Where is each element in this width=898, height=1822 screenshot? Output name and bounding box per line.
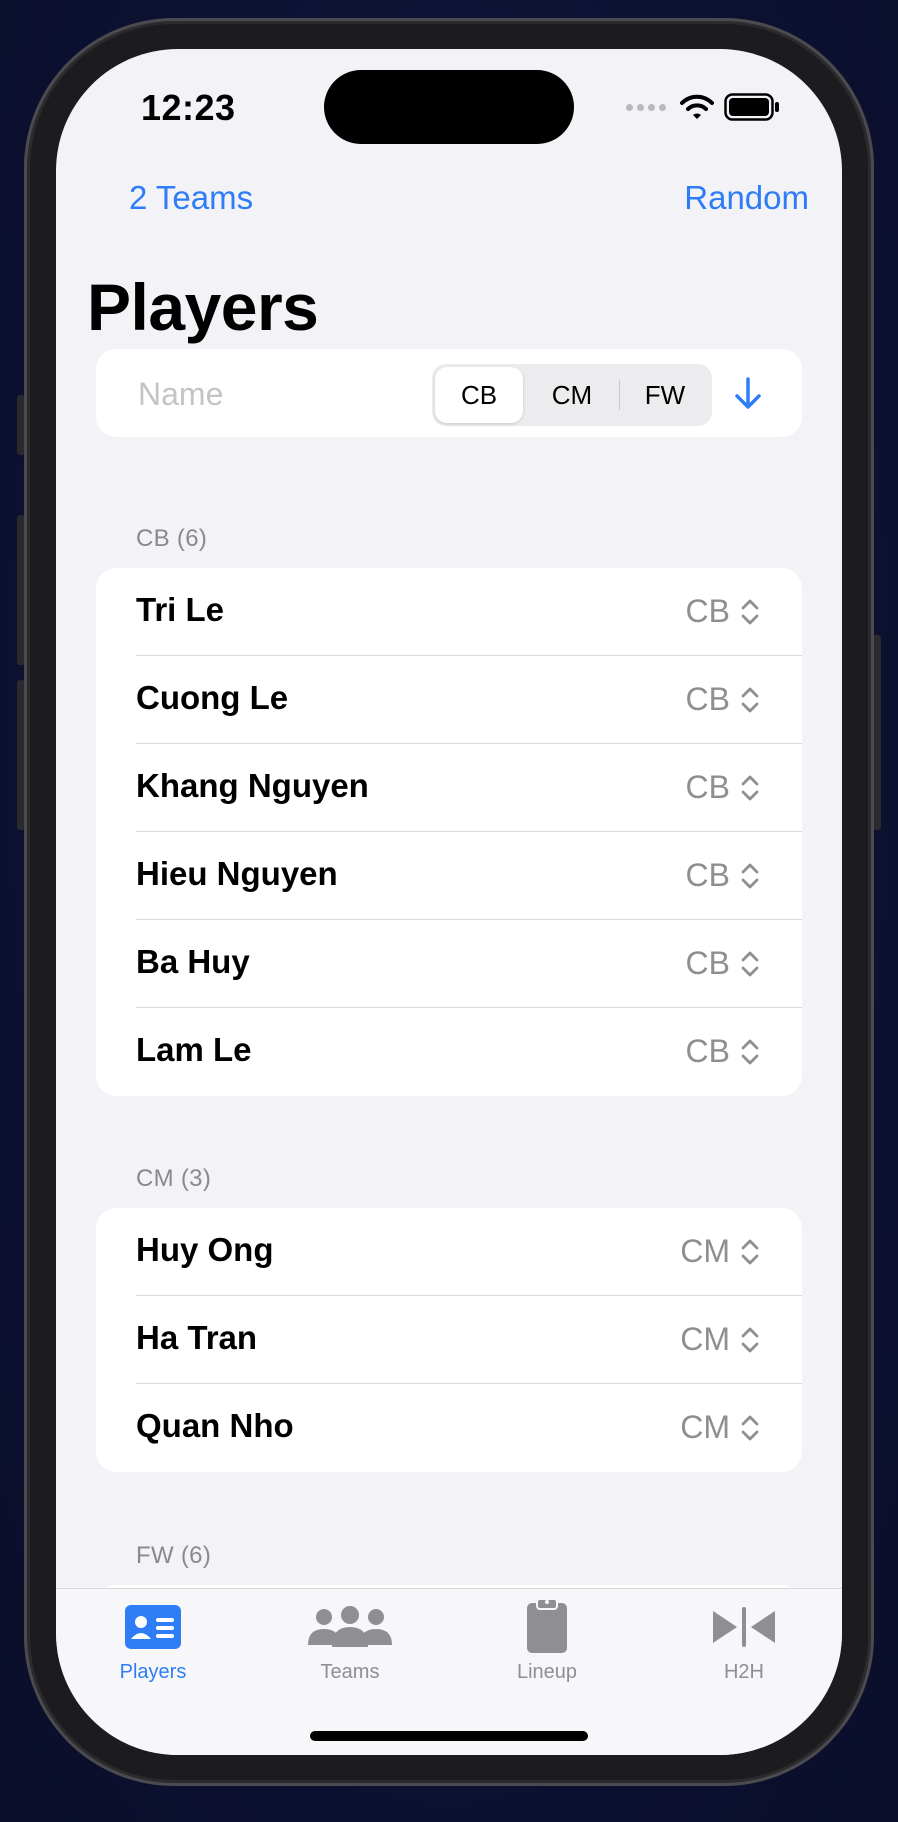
phone-frame: 12:23 2 Teams Random Players CB CM (24, 18, 874, 1786)
player-list-cb: Tri Le CB Cuong Le CB Khang Nguyen CB Hi… (96, 568, 802, 1096)
chevron-up-down-icon (741, 951, 759, 976)
chevron-up-down-icon (741, 599, 759, 624)
player-row[interactable]: Tri Le CB (96, 568, 802, 656)
wifi-icon (680, 94, 714, 119)
position-picker[interactable]: CB (686, 857, 760, 894)
cellular-signal-icon (626, 103, 666, 111)
position-picker[interactable]: CM (680, 1233, 760, 1270)
status-time: 12:23 (141, 87, 236, 128)
position-segmented-control: CB CM FW (432, 364, 712, 426)
chevron-up-down-icon (741, 863, 759, 888)
player-name: Ha Tran (136, 1319, 258, 1356)
segment-cb[interactable]: CB (435, 367, 523, 423)
player-row[interactable]: Cuong Le CB (96, 656, 802, 744)
power-button (873, 635, 881, 830)
position-picker[interactable]: CM (680, 1321, 760, 1358)
home-indicator[interactable] (310, 1731, 588, 1741)
section-header-fw: FW (6) (136, 1542, 212, 1569)
player-name: Ba Huy (136, 943, 250, 980)
player-name: Tri Le (136, 591, 225, 628)
position-picker[interactable]: CB (686, 681, 760, 718)
tab-bar: Players Teams Lineup H2H (56, 1588, 842, 1755)
dynamic-island (324, 70, 574, 144)
chevron-up-down-icon (741, 1039, 759, 1064)
player-name: Khang Nguyen (136, 767, 369, 804)
position-picker[interactable]: CM (680, 1409, 760, 1446)
segment-divider (619, 380, 620, 410)
chevron-up-down-icon (741, 687, 759, 712)
tab-label: Lineup (516, 1661, 578, 1683)
player-name: Cuong Le (136, 679, 289, 716)
status-icons (626, 93, 780, 121)
battery-icon (724, 93, 779, 121)
position-picker[interactable]: CB (686, 593, 760, 630)
player-name: Hieu Nguyen (136, 855, 338, 892)
player-row[interactable]: Ha Tran CM (96, 1296, 802, 1384)
player-list-cm: Huy Ong CM Ha Tran CM Quan Nho CM (96, 1208, 802, 1472)
player-name: Quan Nho (136, 1407, 294, 1444)
player-row[interactable]: Ba Huy CB (96, 920, 802, 1008)
player-row[interactable]: Lam Le CB (96, 1008, 802, 1096)
player-row[interactable]: Khang Nguyen CB (96, 744, 802, 832)
name-search-input[interactable] (136, 371, 420, 417)
segment-cm[interactable]: CM (528, 367, 616, 423)
position-value: CM (680, 1321, 730, 1357)
chevron-up-down-icon (741, 1327, 759, 1352)
position-picker[interactable]: CB (686, 1033, 760, 1070)
chevron-up-down-icon (741, 775, 759, 800)
page-title: Players (87, 270, 319, 344)
player-row[interactable]: Quan Nho CM (96, 1384, 802, 1472)
position-value: CB (685, 857, 730, 893)
tab-label: H2H (723, 1661, 764, 1683)
teams-count-button[interactable]: 2 Teams (129, 179, 253, 217)
chevron-up-down-icon (741, 1415, 759, 1440)
random-button[interactable]: Random (684, 179, 809, 217)
position-picker[interactable]: CB (686, 769, 760, 806)
position-value: CB (685, 593, 730, 629)
player-row[interactable]: Hieu Nguyen CB (96, 832, 802, 920)
player-name: Lam Le (136, 1031, 252, 1068)
position-value: CB (685, 1033, 730, 1069)
player-name: Huy Ong (136, 1231, 274, 1268)
tab-label: Players (119, 1661, 187, 1683)
chevron-up-down-icon (741, 1239, 759, 1264)
head-to-head-icon (713, 1607, 775, 1647)
segment-fw[interactable]: FW (621, 367, 709, 423)
tab-label: Teams (320, 1661, 380, 1683)
contact-card-icon (125, 1605, 181, 1649)
position-picker[interactable]: CB (686, 945, 760, 982)
position-value: CB (685, 769, 730, 805)
position-value: CB (685, 681, 730, 717)
section-header-cb: CB (6) (136, 525, 208, 552)
people-group-icon (308, 1606, 392, 1647)
screen: 12:23 2 Teams Random Players CB CM (56, 49, 842, 1755)
player-row[interactable]: Huy Ong CM (96, 1208, 802, 1296)
clipboard-icon (527, 1598, 567, 1653)
filter-bar: CB CM FW (96, 349, 802, 437)
position-value: CM (680, 1409, 730, 1445)
section-header-cm: CM (3) (136, 1165, 212, 1192)
position-value: CM (680, 1233, 730, 1269)
arrow-down-icon[interactable] (730, 375, 766, 411)
position-value: CB (685, 945, 730, 981)
